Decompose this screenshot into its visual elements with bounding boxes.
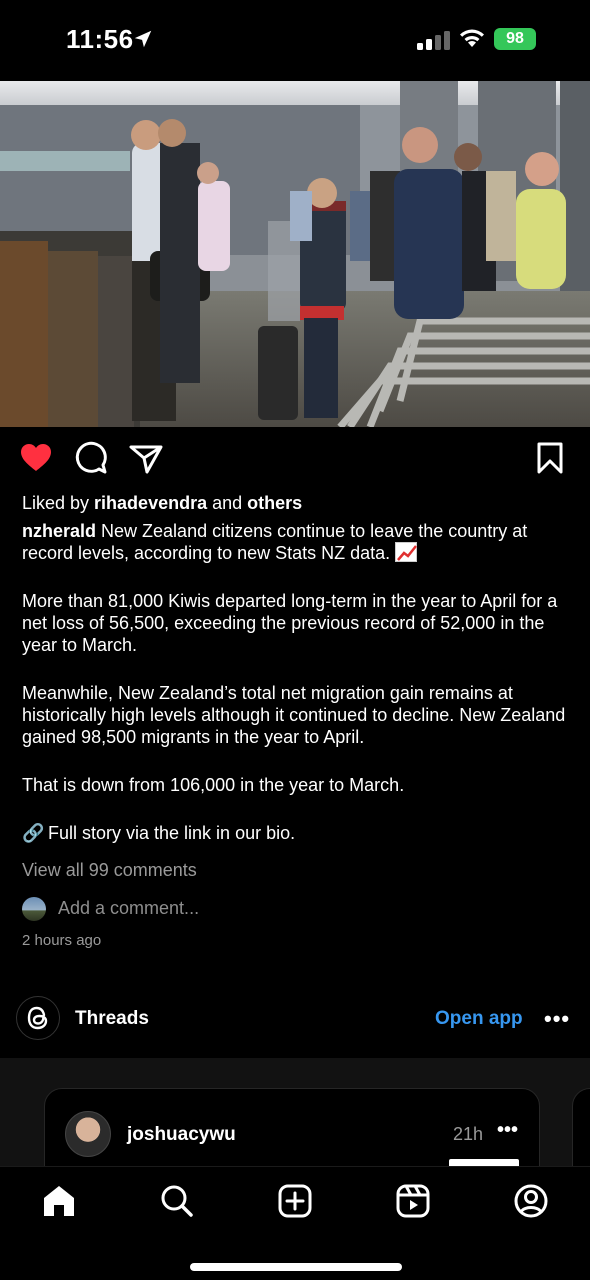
threads-label: Threads [75, 1008, 149, 1029]
caption-paragraph-1: nzherald New Zealand citizens continue t… [22, 520, 570, 564]
caption-paragraph-2: More than 81,000 Kiwis departed long-ter… [22, 591, 558, 655]
caption-paragraph-5: 🔗 Full story via the link in our bio. [22, 822, 570, 844]
caption-paragraph-4: That is down from 106,000 in the year to… [22, 775, 405, 795]
caption-text-1: New Zealand citizens continue to leave t… [22, 521, 528, 563]
status-time: 11:56 [66, 24, 134, 54]
avatar [22, 897, 46, 921]
bookmark-icon[interactable] [532, 440, 568, 476]
airport-departures-photo [0, 81, 590, 427]
battery-icon: 98 [494, 28, 536, 50]
post-timestamp: 2 hours ago [22, 932, 102, 949]
share-icon[interactable] [128, 440, 164, 476]
caption-text-5: Full story via the link in our bio. [48, 823, 296, 843]
comment-icon[interactable] [73, 440, 109, 476]
threads-post-card-next[interactable] [572, 1088, 590, 1168]
more-options-icon[interactable]: ••• [544, 1006, 570, 1032]
threads-post-time: 21h [453, 1124, 484, 1144]
threads-icon [16, 996, 60, 1040]
liked-by-user[interactable]: rihadevendra [94, 493, 207, 513]
chart-increasing-emoji [395, 542, 418, 562]
search-icon[interactable] [157, 1181, 197, 1221]
caption-username[interactable]: nzherald [22, 521, 96, 541]
location-arrow-icon [134, 30, 152, 48]
add-comment-placeholder[interactable]: Add a comment... [58, 898, 199, 919]
threads-post-card[interactable]: joshuacywu 21h ••• [44, 1088, 540, 1168]
open-app-button[interactable]: Open app [435, 1008, 523, 1030]
home-indicator[interactable] [190, 1263, 402, 1271]
caption-paragraph-3: Meanwhile, New Zealand’s total net migra… [22, 683, 566, 747]
wifi-icon [460, 29, 484, 47]
likes-middle: and [207, 493, 248, 513]
profile-icon[interactable] [511, 1181, 551, 1221]
post-actions [0, 440, 590, 480]
threads-carousel: joshuacywu 21h ••• [0, 1058, 590, 1168]
post-caption: nzherald New Zealand citizens continue t… [22, 520, 570, 870]
likes-prefix: Liked by [22, 493, 95, 513]
card-more-icon[interactable]: ••• [497, 1119, 518, 1142]
avatar[interactable] [65, 1111, 111, 1157]
view-all-comments-link[interactable]: View all 99 comments [22, 860, 197, 881]
post-photo[interactable] [0, 81, 590, 427]
signal-icon [417, 31, 450, 50]
battery-level: 98 [506, 30, 524, 47]
status-bar: 11:56 98 [0, 0, 590, 80]
add-comment-field[interactable]: Add a comment... [22, 896, 422, 922]
heart-icon[interactable] [18, 440, 54, 476]
likes-line: Liked by rihadevendra and others [22, 492, 570, 514]
home-icon[interactable] [39, 1181, 79, 1221]
reels-icon[interactable] [393, 1181, 433, 1221]
threads-username[interactable]: joshuacywu [127, 1124, 236, 1146]
likes-others[interactable]: others [247, 493, 302, 513]
threads-row: Threads Open app ••• [0, 990, 590, 1052]
link-icon: 🔗 [22, 823, 45, 843]
create-icon[interactable] [275, 1181, 315, 1221]
tab-bar [0, 1166, 590, 1280]
